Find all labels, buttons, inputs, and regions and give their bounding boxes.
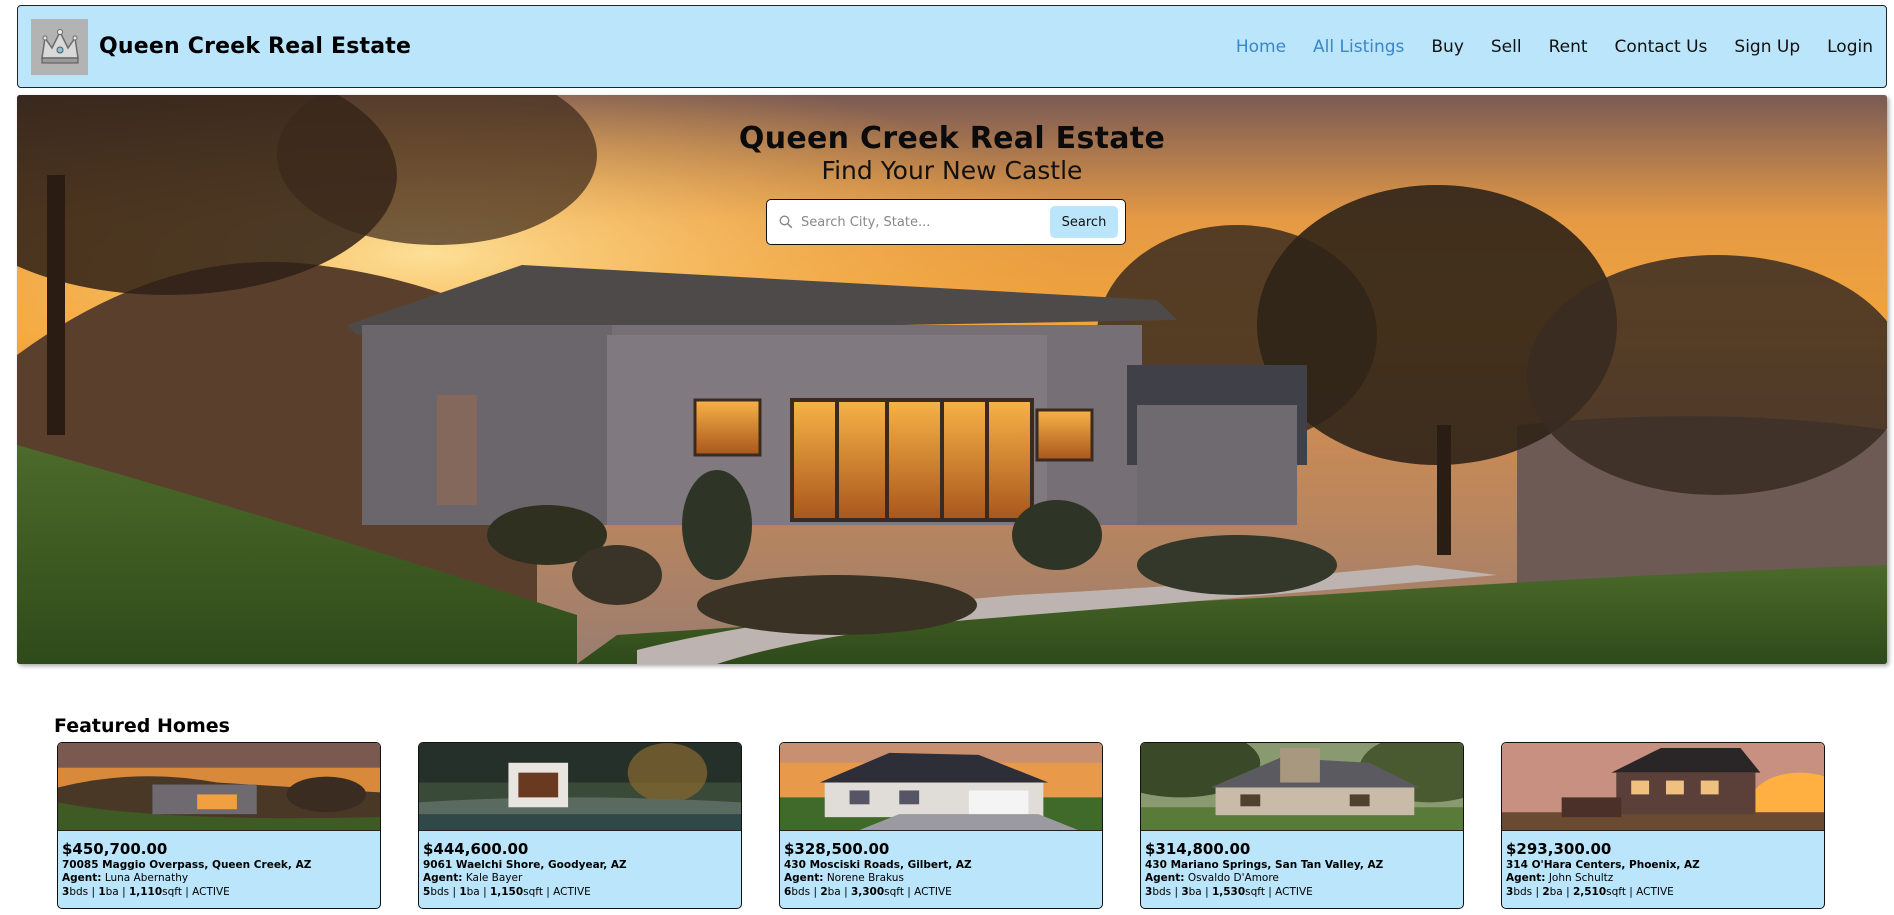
agent-label: Agent:: [423, 872, 463, 884]
featured-homes-heading: Featured Homes: [54, 715, 230, 737]
listing-agent: Agent: John Schultz: [1506, 872, 1820, 886]
listing-price: $328,500.00: [784, 840, 890, 858]
listing-card[interactable]: $314,800.00 430 Mariano Springs, San Tan…: [1140, 742, 1464, 909]
listing-details: 3bds | 2ba | 2,510sqft | ACTIVE: [1506, 885, 1674, 898]
listing-agent: Agent: Norene Brakus: [784, 872, 1098, 886]
listing-agent: Agent: Kale Bayer: [423, 872, 737, 886]
listing-card[interactable]: $444,600.00 9061 Waelchi Shore, Goodyear…: [418, 742, 742, 909]
listing-price: $450,700.00: [62, 840, 168, 858]
agent-name: John Schultz: [1548, 872, 1614, 884]
sqft-value: 2,510: [1572, 885, 1607, 898]
search-icon: [771, 215, 801, 229]
sqft-value: 1,150: [489, 885, 524, 898]
hero-title: Queen Creek Real Estate: [738, 121, 1166, 156]
nav-sell[interactable]: Sell: [1491, 37, 1522, 57]
agent-name: Luna Abernathy: [104, 872, 189, 884]
search-bar: Search: [766, 199, 1126, 245]
baths-value: 2: [1542, 885, 1550, 898]
nav-rent[interactable]: Rent: [1549, 37, 1588, 57]
search-input[interactable]: [801, 214, 1046, 230]
listing-photo: [58, 743, 380, 831]
agent-label: Agent:: [1506, 872, 1546, 884]
crown-logo-icon[interactable]: [31, 18, 88, 75]
status-badge: ACTIVE: [1636, 885, 1674, 898]
agent-name: Osvaldo D'Amore: [1187, 872, 1279, 884]
listing-price: $444,600.00: [423, 840, 529, 858]
nav-contact-us[interactable]: Contact Us: [1615, 37, 1708, 57]
agent-name: Kale Bayer: [465, 872, 523, 884]
baths-value: 1: [459, 885, 467, 898]
beds-value: 6: [784, 885, 792, 898]
listing-card[interactable]: $293,300.00 314 O'Hara Centers, Phoenix,…: [1501, 742, 1825, 909]
hero-banner: Queen Creek Real Estate Find Your New Ca…: [17, 95, 1887, 664]
listing-price: $314,800.00: [1145, 840, 1251, 858]
status-badge: ACTIVE: [553, 885, 591, 898]
status-badge: ACTIVE: [192, 885, 230, 898]
nav-all-listings[interactable]: All Listings: [1313, 37, 1404, 57]
listing-details: 6bds | 2ba | 3,300sqft | ACTIVE: [784, 885, 952, 898]
listing-details: 3bds | 1ba | 1,110sqft | ACTIVE: [62, 885, 230, 898]
agent-label: Agent:: [784, 872, 824, 884]
nav-sign-up[interactable]: Sign Up: [1734, 37, 1800, 57]
agent-name: Norene Brakus: [826, 872, 904, 884]
beds-value: 3: [1145, 885, 1153, 898]
beds-value: 3: [62, 885, 70, 898]
sqft-value: 3,300: [850, 885, 885, 898]
status-badge: ACTIVE: [1275, 885, 1313, 898]
listing-address: 70085 Maggio Overpass, Queen Creek, AZ: [62, 859, 312, 871]
nav-home[interactable]: Home: [1236, 37, 1286, 57]
listing-photo: [1502, 743, 1824, 831]
nav-buy[interactable]: Buy: [1431, 37, 1464, 57]
listing-price: $293,300.00: [1506, 840, 1612, 858]
baths-value: 3: [1181, 885, 1189, 898]
sqft-value: 1,110: [128, 885, 163, 898]
beds-value: 5: [423, 885, 431, 898]
sqft-value: 1,530: [1211, 885, 1246, 898]
status-badge: ACTIVE: [914, 885, 952, 898]
main-nav: Home All Listings Buy Sell Rent Contact …: [1209, 37, 1873, 57]
baths-value: 2: [820, 885, 828, 898]
hero-subtitle: Find Your New Castle: [821, 156, 1083, 185]
beds-value: 3: [1506, 885, 1514, 898]
listing-details: 5bds | 1ba | 1,150sqft | ACTIVE: [423, 885, 591, 898]
listing-photo: [419, 743, 741, 831]
baths-value: 1: [98, 885, 106, 898]
listing-card[interactable]: $328,500.00 430 Mosciski Roads, Gilbert,…: [779, 742, 1103, 909]
agent-label: Agent:: [1145, 872, 1185, 884]
listing-agent: Agent: Osvaldo D'Amore: [1145, 872, 1459, 886]
listing-photo: [780, 743, 1102, 831]
nav-login[interactable]: Login: [1827, 37, 1873, 57]
brand-name[interactable]: Queen Creek Real Estate: [99, 34, 411, 59]
listing-card[interactable]: $450,700.00 70085 Maggio Overpass, Queen…: [57, 742, 381, 909]
search-button[interactable]: Search: [1050, 206, 1118, 238]
site-header: Queen Creek Real Estate Home All Listing…: [17, 5, 1887, 88]
listing-details: 3bds | 3ba | 1,530sqft | ACTIVE: [1145, 885, 1313, 898]
listing-address: 9061 Waelchi Shore, Goodyear, AZ: [423, 859, 627, 871]
agent-label: Agent:: [62, 872, 102, 884]
listing-address: 430 Mariano Springs, San Tan Valley, AZ: [1145, 859, 1384, 871]
listing-photo: [1141, 743, 1463, 831]
listing-address: 430 Mosciski Roads, Gilbert, AZ: [784, 859, 972, 871]
featured-listings: $450,700.00 70085 Maggio Overpass, Queen…: [57, 742, 1825, 909]
listing-address: 314 O'Hara Centers, Phoenix, AZ: [1506, 859, 1700, 871]
listing-agent: Agent: Luna Abernathy: [62, 872, 376, 886]
